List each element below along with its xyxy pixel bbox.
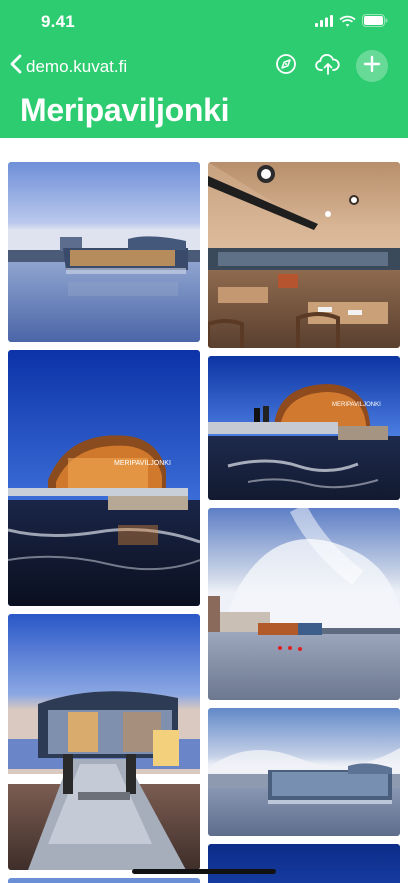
photo-grid: MERIPAVILJONKI MERIPAVILJONKI: [0, 138, 408, 883]
app-header: 9.41 demo.kuvat.fi Meripaviljonki: [0, 0, 408, 138]
battery-icon: [362, 14, 388, 32]
nav-actions: [272, 50, 388, 82]
back-chevron-icon: [10, 54, 22, 79]
back-label: demo.kuvat.fi: [26, 56, 128, 76]
photo-thumbnail[interactable]: [8, 878, 200, 883]
home-indicator: [132, 869, 276, 874]
page-title: Meripaviljonki: [20, 92, 230, 128]
cloud-upload-icon: [315, 53, 341, 80]
photo-thumbnail[interactable]: [208, 162, 400, 348]
photo-thumbnail[interactable]: MERIPAVILJONKI: [8, 350, 200, 606]
photo-thumbnail[interactable]: [208, 844, 400, 883]
wifi-icon: [339, 14, 356, 32]
photo-thumbnail[interactable]: [208, 508, 400, 700]
nav-bar: demo.kuvat.fi: [0, 50, 408, 86]
photo-thumbnail[interactable]: MERIPAVILJONKI: [208, 356, 400, 500]
photo-thumbnail[interactable]: [8, 614, 200, 870]
photo-thumbnail[interactable]: [208, 708, 400, 836]
photo-thumbnail[interactable]: [8, 162, 200, 342]
status-bar: 9.41: [0, 0, 408, 44]
svg-text:MERIPAVILJONKI: MERIPAVILJONKI: [332, 402, 381, 408]
upload-button[interactable]: [314, 52, 342, 80]
back-button[interactable]: demo.kuvat.fi: [10, 54, 127, 79]
status-icons: [315, 14, 388, 32]
compass-button[interactable]: [272, 52, 300, 80]
add-button[interactable]: [356, 50, 388, 82]
compass-icon: [275, 53, 297, 80]
status-time: 9.41: [41, 12, 75, 31]
svg-text:MERIPAVILJONKI: MERIPAVILJONKI: [114, 460, 171, 467]
plus-icon: [363, 55, 381, 78]
signal-icon: [315, 14, 333, 32]
